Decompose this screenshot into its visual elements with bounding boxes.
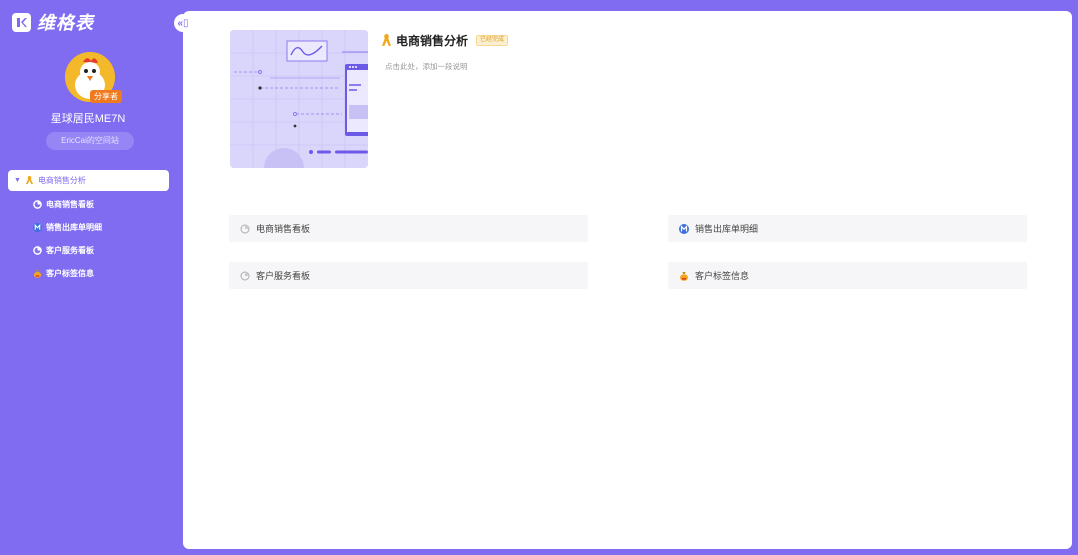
collapse-sidebar-button[interactable]: «▯ — [174, 14, 192, 32]
app-logo[interactable]: 维格表 — [12, 9, 94, 35]
cover-illustration-icon — [230, 30, 368, 168]
ribbon-icon — [25, 176, 34, 185]
avatar-badge: 分享者 — [90, 90, 122, 103]
sidebar-item-customer-tags[interactable]: 客户标签信息 — [33, 268, 94, 279]
sidebar-item-label: 客户服务看板 — [46, 246, 94, 255]
ribbon-icon — [381, 34, 392, 46]
card-label: 客户服务看板 — [256, 271, 311, 281]
space-button[interactable]: EricCai的空间站 — [46, 132, 134, 150]
card-label: 销售出库单明细 — [695, 224, 759, 234]
dashboard-icon — [240, 271, 250, 280]
sidebar: 维格表 分享者 星球居民ME7N EricCai的空间站 ▼ 电商销售分析 电商… — [0, 0, 176, 555]
sidebar-item-sales-dashboard[interactable]: 电商销售看板 — [33, 199, 94, 210]
sidebar-item-label: 客户标签信息 — [46, 269, 94, 278]
main-panel: 电商销售分析 已经完成 点击此处，添加一段说明 电商销售看板 销售出库单明细 客… — [183, 11, 1072, 549]
m-badge-icon — [33, 223, 42, 232]
card-label: 客户标签信息 — [695, 271, 750, 281]
node-card-sales-dashboard[interactable]: 电商销售看板 — [229, 215, 588, 242]
sidebar-folder-label: 电商销售分析 — [37, 176, 86, 185]
folder-title-row: 电商销售分析 已经完成 — [381, 32, 509, 49]
sidebar-item-service-dashboard[interactable]: 客户服务看板 — [33, 245, 94, 256]
dashboard-icon — [240, 224, 250, 233]
status-badge: 已经完成 — [476, 35, 509, 46]
page-title[interactable]: 电商销售分析 — [396, 32, 468, 49]
money-bag-icon — [680, 271, 688, 281]
dashboard-icon — [33, 200, 42, 209]
sidebar-item-label: 销售出库单明细 — [46, 223, 102, 232]
money-bag-icon — [33, 269, 42, 278]
sidebar-item-label: 电商销售看板 — [46, 200, 94, 209]
dashboard-icon — [33, 246, 42, 255]
app-name: 维格表 — [37, 13, 94, 33]
username: 星球居民ME7N — [50, 113, 126, 125]
sidebar-item-sales-outbound[interactable]: 销售出库单明细 — [33, 222, 102, 233]
card-label: 电商销售看板 — [256, 224, 311, 234]
node-card-sales-outbound[interactable]: 销售出库单明细 — [668, 215, 1027, 242]
folder-cover-image[interactable] — [230, 30, 368, 168]
logo-icon — [12, 12, 31, 32]
node-card-customer-tags[interactable]: 客户标签信息 — [668, 262, 1027, 289]
folder-description[interactable]: 点击此处，添加一段说明 — [385, 61, 468, 72]
caret-down-icon[interactable]: ▼ — [14, 177, 21, 184]
m-badge-icon — [679, 223, 689, 234]
node-card-service-dashboard[interactable]: 客户服务看板 — [229, 262, 588, 289]
sidebar-folder-active[interactable]: ▼ 电商销售分析 — [8, 170, 169, 191]
